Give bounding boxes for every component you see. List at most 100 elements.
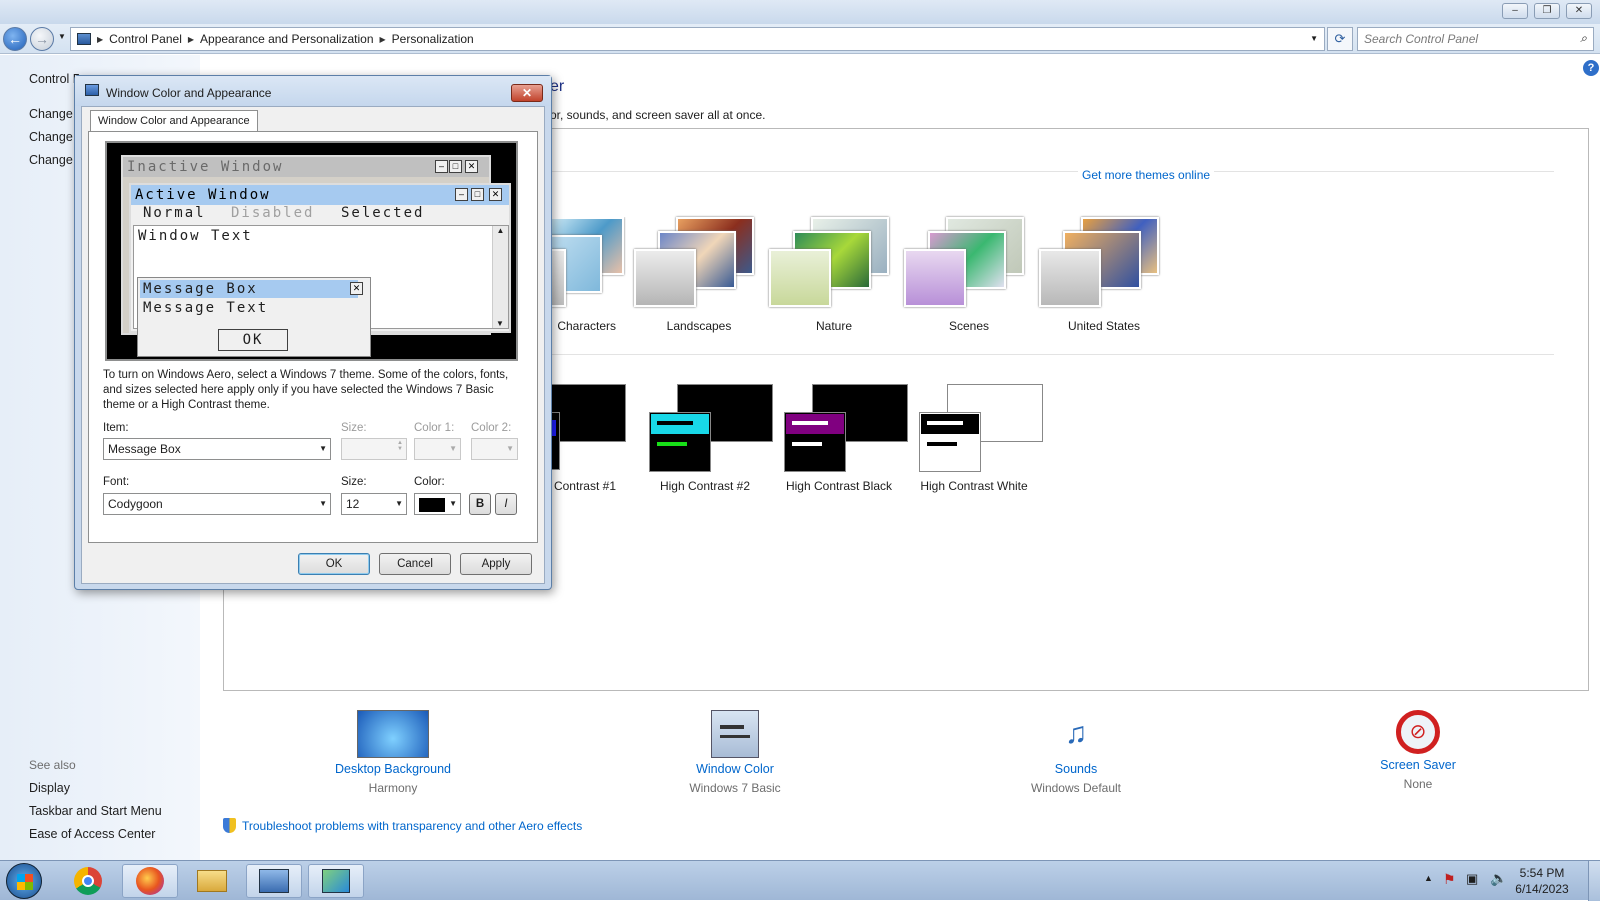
theme-nature[interactable]: [769, 217, 899, 327]
shield-icon: [223, 818, 236, 833]
dialog-app-icon: [85, 84, 99, 96]
font-label: Font:: [103, 476, 130, 488]
address-dropdown-icon[interactable]: ▼: [1310, 34, 1318, 43]
close-button[interactable]: ✕: [1566, 3, 1592, 19]
back-button[interactable]: ←: [3, 27, 27, 51]
theme-landscapes[interactable]: [634, 217, 764, 327]
preview-menu-disabled: Disabled: [231, 205, 315, 221]
desktop-background-icon: [357, 710, 429, 758]
troubleshoot-row: Troubleshoot problems with transparency …: [223, 818, 582, 833]
help-icon[interactable]: ?: [1583, 60, 1599, 76]
sounds-value: Windows Default: [1030, 781, 1122, 795]
forward-button[interactable]: →: [30, 27, 54, 51]
chevron-down-icon: ▼: [319, 499, 327, 508]
cancel-button[interactable]: Cancel: [379, 553, 451, 575]
window-color-item[interactable]: Window Color Windows 7 Basic: [645, 710, 825, 795]
search-icon[interactable]: ⌕: [1580, 31, 1587, 46]
chevron-right-icon: ▶: [187, 34, 195, 44]
display-link[interactable]: Display: [29, 781, 70, 795]
theme-scenes[interactable]: [904, 217, 1034, 327]
tab-window-color-appearance[interactable]: Window Color and Appearance: [90, 110, 258, 132]
network-icon[interactable]: ▣: [1466, 871, 1478, 887]
font-color-label: Color:: [414, 476, 445, 488]
preview-msgbox-text: Message Text: [143, 300, 269, 316]
size-stepper[interactable]: ▲ ▼: [341, 438, 407, 460]
change-desktop-icons-link[interactable]: Change desktop icons: [29, 107, 75, 121]
chevron-right-icon: ▶: [97, 34, 104, 44]
theme-united-states[interactable]: [1039, 217, 1169, 327]
font-select-value: Codygoon: [108, 497, 163, 511]
breadcrumb-personalization[interactable]: Personalization: [392, 32, 474, 46]
appearance-preview: Inactive Window – □ ✕ Active Window – □ …: [105, 141, 518, 361]
dialog-title: Window Color and Appearance: [106, 86, 272, 100]
change-mouse-pointers-link[interactable]: Change mouse pointers: [29, 130, 75, 144]
chevron-right-icon: ▶: [379, 34, 386, 44]
apply-button[interactable]: Apply: [460, 553, 532, 575]
clock-date: 6/14/2023: [1515, 882, 1569, 896]
preview-ok-button: OK: [218, 329, 288, 351]
screen-saver-icon: ⊘: [1396, 710, 1440, 754]
troubleshoot-link[interactable]: Troubleshoot problems with transparency …: [242, 819, 582, 833]
get-more-themes-link[interactable]: Get more themes online: [1078, 168, 1215, 182]
refresh-icon[interactable]: ⟳: [1327, 27, 1353, 51]
preview-active-title: Active Window: [131, 185, 509, 205]
font-select[interactable]: Codygoon ▼: [103, 493, 331, 515]
control-panel-taskbar-icon[interactable]: [246, 864, 302, 898]
show-desktop-button[interactable]: [1588, 861, 1600, 901]
taskbar-start-menu-link[interactable]: Taskbar and Start Menu: [29, 804, 162, 818]
volume-muted-icon[interactable]: 🔈: [1490, 870, 1507, 887]
theme-label-united-states: United States: [1067, 319, 1141, 333]
tab-panel: Inactive Window – □ ✕ Active Window – □ …: [88, 131, 538, 543]
desktop-background-item[interactable]: Desktop Background Harmony: [303, 710, 483, 795]
bold-toggle[interactable]: B: [469, 493, 491, 515]
recent-pages-dropdown-icon[interactable]: ▼: [58, 32, 66, 41]
sounds-icon: ♫: [1064, 717, 1088, 750]
theme-high-contrast-white[interactable]: [919, 384, 1049, 474]
dialog-close-button[interactable]: ✕: [511, 84, 543, 102]
explorer-titlebar: – ❐ ✕: [0, 0, 1600, 24]
theme-high-contrast-black[interactable]: [784, 384, 914, 474]
firefox-taskbar-icon[interactable]: [122, 864, 178, 898]
show-hidden-icons[interactable]: ▲: [1424, 873, 1433, 883]
see-also-heading: See also: [29, 758, 76, 772]
start-button[interactable]: [6, 863, 42, 899]
clock-time: 5:54 PM: [1519, 866, 1565, 880]
breadcrumb-appearance[interactable]: Appearance and Personalization: [200, 32, 373, 46]
screen-saver-item[interactable]: ⊘ Screen Saver None: [1328, 710, 1508, 791]
chrome-taskbar-icon[interactable]: [60, 864, 116, 898]
control-panel-home-link[interactable]: Control Panel Home: [29, 72, 79, 86]
explorer-taskbar-icon[interactable]: [184, 864, 240, 898]
size-label: Size:: [341, 422, 367, 434]
chevron-down-icon: ▼: [506, 444, 514, 453]
restore-button[interactable]: ❐: [1534, 3, 1560, 19]
ok-button[interactable]: OK: [298, 553, 370, 575]
address-bar[interactable]: ▶ Control Panel ▶ Appearance and Persona…: [70, 27, 1325, 51]
sounds-label: Sounds: [1054, 762, 1098, 776]
personalization-taskbar-icon[interactable]: [308, 864, 364, 898]
italic-toggle[interactable]: I: [495, 493, 517, 515]
minimize-button[interactable]: –: [1502, 3, 1528, 19]
search-placeholder: Search Control Panel: [1364, 32, 1479, 46]
screen-saver-label: Screen Saver: [1380, 758, 1456, 772]
item-select[interactable]: Message Box ▼: [103, 438, 331, 460]
theme-label-landscapes: Landscapes: [666, 319, 732, 333]
action-center-icon[interactable]: ⚑: [1443, 871, 1456, 888]
clock[interactable]: 5:54 PM 6/14/2023: [1507, 865, 1577, 897]
search-input[interactable]: Search Control Panel ⌕: [1357, 27, 1594, 51]
change-account-picture-link[interactable]: Change your account picture: [29, 153, 75, 167]
sounds-item[interactable]: ♫ Sounds Windows Default: [986, 710, 1166, 795]
theme-high-contrast-2[interactable]: [649, 384, 779, 474]
dialog-body: Window Color and Appearance Inactive Win…: [81, 106, 545, 584]
color-swatch: [419, 497, 445, 512]
font-size-label: Size:: [341, 476, 367, 488]
font-size-select[interactable]: 12 ▼: [341, 493, 407, 515]
ease-of-access-link[interactable]: Ease of Access Center: [29, 827, 155, 841]
taskbar: ▲ ⚑ ▣ 🔈 5:54 PM 6/14/2023: [0, 860, 1600, 901]
stepper-arrows-icon: ▲ ▼: [397, 440, 403, 452]
dialog-titlebar[interactable]: Window Color and Appearance: [75, 76, 551, 106]
navigation-bar: ← → ▼ ▶ Control Panel ▶ Appearance and P…: [0, 24, 1600, 54]
color2-picker[interactable]: ▼: [471, 438, 518, 460]
color1-picker[interactable]: ▼: [414, 438, 461, 460]
breadcrumb-control-panel[interactable]: Control Panel: [109, 32, 182, 46]
font-color-picker[interactable]: ▼: [414, 493, 461, 515]
